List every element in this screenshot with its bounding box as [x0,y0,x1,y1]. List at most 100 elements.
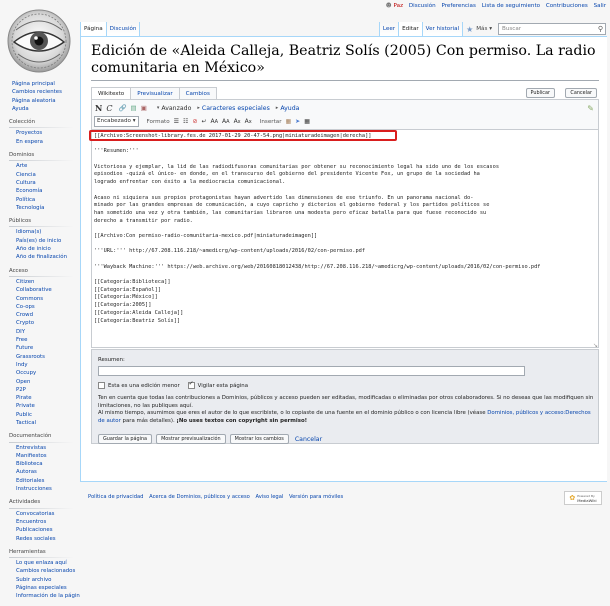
footer-mobile-link[interactable]: Versión para móviles [289,494,343,500]
publish-button[interactable]: Publicar [525,88,555,98]
bullet-list-icon[interactable]: ☰ [174,118,179,125]
sidebar-item[interactable]: Año de finalización [16,253,80,261]
save-button[interactable]: Guardar la página [98,434,153,444]
more-menu[interactable]: Más ▾ [476,26,492,32]
sidebar-item[interactable]: Commons [16,295,80,303]
sidebar-item[interactable]: Proyectos [16,129,80,137]
sidebar-item[interactable]: Crypto [16,319,80,327]
sidebar-item[interactable]: Cambios relacionados [16,567,80,575]
sidebar-item[interactable]: Arte [16,162,80,170]
sidebar-item[interactable]: En espera [16,138,80,146]
sidebar-item[interactable]: Redes sociales [16,535,80,543]
nowiki-icon[interactable]: ⊘ [192,118,197,125]
cancel-link[interactable]: Cancelar [295,436,322,443]
sidebar-item[interactable]: Información de la página [16,592,80,600]
footer-disclaimer-link[interactable]: Aviso legal [255,494,283,500]
sidebar-item[interactable]: Collaborative [16,286,80,294]
sidebar-item-random-page[interactable]: Página aleatoria [12,97,80,105]
sidebar-item[interactable]: Biblioteca [16,460,80,468]
italic-button[interactable]: C [106,104,112,113]
table-icon[interactable]: ▦ [304,118,310,125]
bold-button[interactable]: N [95,103,102,113]
sidebar-item[interactable]: Publicaciones [16,526,80,534]
preview-button[interactable]: Mostrar previsualización [156,434,226,444]
sidebar-item[interactable]: Co-ops [16,303,80,311]
sidebar-item-main-page[interactable]: Página principal [12,80,80,88]
subscript-icon[interactable]: Ax [245,118,252,125]
watch-page-checkbox[interactable] [187,380,195,389]
sidebar-item[interactable]: Occupy [16,369,80,377]
summary-input[interactable] [98,366,525,376]
sidebar-item[interactable]: DIY [16,328,80,336]
user-link[interactable]: Paz [394,3,404,9]
advanced-section[interactable]: Avanzado [161,105,191,112]
sidebar-item[interactable]: Editoriales [16,477,80,485]
minor-edit-checkbox[interactable] [98,382,105,389]
numbered-list-icon[interactable]: ☷ [183,118,188,125]
sidebar-item[interactable]: Convocatorias [16,510,80,518]
sidebar-item[interactable]: Política [16,196,80,204]
sidebar-item[interactable]: Citizen [16,278,80,286]
sidebar-item[interactable]: Manifiestos [16,452,80,460]
sidebar-item[interactable]: Free [16,336,80,344]
gallery-icon[interactable]: ▦ [286,118,292,125]
sidebar-item[interactable]: Grassroots [16,353,80,361]
toolbar-settings-icon[interactable]: ✎ [587,104,594,113]
big-text-icon[interactable]: AA [211,118,219,125]
footer-privacy-link[interactable]: Política de privacidad [88,494,143,500]
redirect-icon[interactable]: ➤ [295,118,300,125]
sidebar-item[interactable]: Lo que enlaza aquí [16,559,80,567]
sidebar-item[interactable]: Tactical [16,419,80,427]
sidebar-item[interactable]: Cultura [16,179,80,187]
personal-link-talk[interactable]: Discusión [409,3,436,9]
sidebar-item[interactable]: Future [16,344,80,352]
wikitext-editor[interactable]: [[Archivo:Screenshot-library.fes.de 2017… [91,130,599,348]
personal-link-logout[interactable]: Salir [594,3,606,9]
superscript-icon[interactable]: Ax [234,118,241,125]
sidebar-item[interactable]: Encuentros [16,518,80,526]
sidebar-item[interactable]: Idioma(s) [16,228,80,236]
personal-link-contributions[interactable]: Contribuciones [546,3,588,9]
sidebar-item[interactable]: Páginas especiales [16,584,80,592]
sidebar-item[interactable]: Subir archivo [16,576,80,584]
tab-page[interactable]: Página [80,22,107,36]
sidebar-item[interactable]: Economía [16,187,80,195]
sidebar-item[interactable]: Private [16,402,80,410]
sidebar-item[interactable]: Crowd [16,311,80,319]
search-icon[interactable]: ⚲ [598,25,603,33]
link-icon[interactable]: 🔗 [118,104,126,112]
sidebar-item[interactable]: Ciencia [16,171,80,179]
sidebar-item[interactable]: Instrucciones [16,485,80,493]
resize-grip-icon[interactable]: ↘ [593,342,598,349]
tab-history[interactable]: Ver historial [422,22,464,36]
small-text-icon[interactable]: AA [222,118,230,125]
newline-icon[interactable]: ↵ [201,118,206,125]
show-changes-button[interactable]: Mostrar los cambios [229,434,289,444]
sidebar-item[interactable]: Public [16,411,80,419]
search-input[interactable]: Buscar ⚲ [498,23,606,35]
sidebar-item[interactable]: Tecnología [16,204,80,212]
sidebar-item[interactable]: Open [16,378,80,386]
tab-read[interactable]: Leer [378,22,400,36]
cancel-button[interactable]: Cancelar [565,88,597,98]
tab-edit[interactable]: Editar [399,22,423,36]
footer-about-link[interactable]: Acerca de Dominios, públicos y acceso [149,494,250,500]
sidebar-item-help[interactable]: Ayuda [12,105,80,113]
help-section[interactable]: Ayuda [280,105,299,112]
personal-link-preferences[interactable]: Preferencias [441,3,475,9]
watch-star-icon[interactable]: ★ [466,25,473,34]
sidebar-item[interactable]: Autoras [16,468,80,476]
reference-icon[interactable]: ▣ [141,104,147,112]
tab-discussion[interactable]: Discusión [106,22,141,36]
sidebar-item[interactable]: Pirate [16,394,80,402]
sidebar-item[interactable]: P2P [16,386,80,394]
mediawiki-badge[interactable]: ✿ Powered By MediaWiki [564,491,602,505]
sidebar-item-recent-changes[interactable]: Cambios recientes [12,88,80,96]
special-characters-section[interactable]: Caracteres especiales [202,105,270,112]
sidebar-item[interactable]: Entrevistas [16,444,80,452]
sidebar-item[interactable]: Año de inicio [16,245,80,253]
sidebar-item[interactable]: País(es) de inicio [16,237,80,245]
sidebar-item[interactable]: Indy [16,361,80,369]
embed-file-icon[interactable]: ▤ [131,104,137,112]
site-logo[interactable] [6,8,72,74]
